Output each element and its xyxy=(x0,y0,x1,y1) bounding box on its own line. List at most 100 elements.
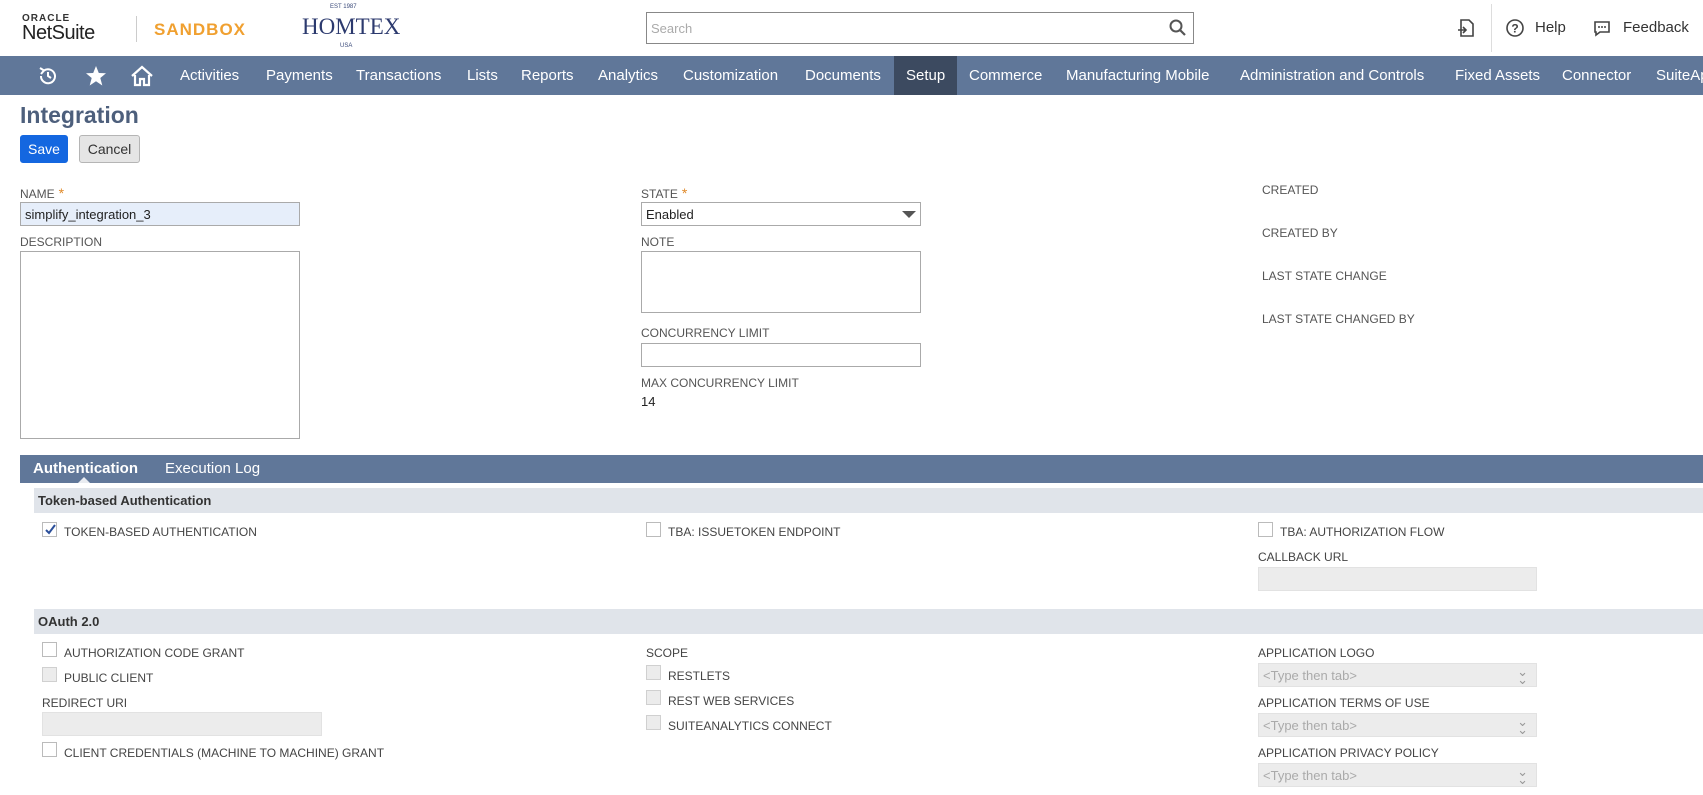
svg-text:?: ? xyxy=(1511,22,1518,36)
tba-issuetoken-endpoint-label: TBA: ISSUETOKEN ENDPOINT xyxy=(668,525,841,539)
active-tab-caret xyxy=(78,477,90,483)
subtab-bar: Authentication Execution Log xyxy=(20,455,1703,483)
feedback-link[interactable]: Feedback xyxy=(1623,19,1689,36)
max-concurrency-limit-value: 14 xyxy=(641,394,656,409)
search-icon[interactable] xyxy=(1168,18,1188,38)
restlets-checkbox xyxy=(646,665,661,680)
nav-item-customization[interactable]: Customization xyxy=(671,56,790,95)
note-textarea[interactable] xyxy=(641,251,921,313)
description-label: DESCRIPTION xyxy=(20,235,103,249)
concurrency-limit-input[interactable] xyxy=(641,343,921,367)
tba-section-header: Token-based Authentication xyxy=(34,488,1703,513)
suiteanalytics-connect-checkbox xyxy=(646,715,661,730)
page-title: Integration xyxy=(20,102,139,128)
tab-authentication[interactable]: Authentication xyxy=(33,460,138,477)
company-logo: HOMTEX xyxy=(302,14,401,39)
top-header: ORACLE NetSuite SANDBOX EST 1987 HOMTEX … xyxy=(0,0,1703,56)
scope-label: SCOPE xyxy=(646,646,689,660)
nav-item-payments[interactable]: Payments xyxy=(254,56,345,95)
star-icon[interactable] xyxy=(84,64,108,88)
description-textarea[interactable] xyxy=(20,251,300,439)
application-terms-label: APPLICATION TERMS OF USE xyxy=(1258,696,1430,710)
nav-item-reports[interactable]: Reports xyxy=(509,56,586,95)
nav-item-fixed-assets[interactable]: Fixed Assets xyxy=(1443,56,1552,95)
nav-item-transactions[interactable]: Transactions xyxy=(344,56,453,95)
oauth-section-header: OAuth 2.0 xyxy=(34,609,1703,634)
max-concurrency-limit-label: MAX CONCURRENCY LIMIT xyxy=(641,376,799,390)
application-privacy-label: APPLICATION PRIVACY POLICY xyxy=(1258,746,1439,760)
created-label: CREATED xyxy=(1262,183,1319,197)
recent-records-icon[interactable] xyxy=(36,64,60,88)
created-by-label: CREATED BY xyxy=(1262,226,1338,240)
nav-item-documents[interactable]: Documents xyxy=(793,56,893,95)
feedback-icon[interactable] xyxy=(1592,18,1612,38)
token-based-authentication-label: TOKEN-BASED AUTHENTICATION xyxy=(64,525,257,539)
client-credentials-grant-checkbox[interactable] xyxy=(42,742,57,757)
application-logo-select: <Type then tab> ⌄ ⌄ xyxy=(1258,663,1537,687)
application-terms-placeholder: <Type then tab> xyxy=(1263,718,1357,733)
authorization-code-grant-checkbox[interactable] xyxy=(42,642,57,657)
rest-web-services-label: REST WEB SERVICES xyxy=(668,694,795,708)
tba-authorization-flow-label: TBA: AUTHORIZATION FLOW xyxy=(1280,525,1445,539)
state-label: STATE * xyxy=(641,185,688,201)
token-based-authentication-checkbox[interactable] xyxy=(42,522,57,537)
checkmark-icon xyxy=(45,524,56,535)
help-link[interactable]: Help xyxy=(1535,19,1566,36)
state-select[interactable]: Enabled xyxy=(641,202,921,226)
company-logo-est: EST 1987 xyxy=(330,4,357,10)
rest-web-services-checkbox xyxy=(646,690,661,705)
public-client-label: PUBLIC CLIENT xyxy=(64,671,154,685)
suiteanalytics-connect-label: SUITEANALYTICS CONNECT xyxy=(668,719,832,733)
home-icon[interactable] xyxy=(130,64,154,88)
nav-item-analytics[interactable]: Analytics xyxy=(586,56,670,95)
recent-record-icon[interactable] xyxy=(1455,17,1477,39)
required-marker: * xyxy=(681,185,688,201)
tba-authorization-flow-checkbox[interactable] xyxy=(1258,522,1273,537)
help-icon[interactable]: ? xyxy=(1505,18,1525,38)
name-label: NAME * xyxy=(20,185,65,201)
nav-item-connector[interactable]: Connector xyxy=(1550,56,1643,95)
application-logo-placeholder: <Type then tab> xyxy=(1263,668,1357,683)
application-privacy-select: <Type then tab> ⌄ ⌄ xyxy=(1258,763,1537,787)
tba-issuetoken-endpoint-checkbox[interactable] xyxy=(646,522,661,537)
tab-execution-log[interactable]: Execution Log xyxy=(165,460,260,477)
dropdown-arrow-icon[interactable] xyxy=(902,211,916,218)
cancel-button[interactable]: Cancel xyxy=(79,135,140,163)
nav-item-activities[interactable]: Activities xyxy=(168,56,251,95)
restlets-label: RESTLETS xyxy=(668,669,731,683)
concurrency-limit-label: CONCURRENCY LIMIT xyxy=(641,326,770,340)
callback-url-input xyxy=(1258,567,1537,591)
client-credentials-grant-label: CLIENT CREDENTIALS (MACHINE TO MACHINE) … xyxy=(64,746,385,760)
note-label: NOTE xyxy=(641,235,675,249)
logo-divider xyxy=(136,16,137,42)
last-state-changed-by-label: LAST STATE CHANGED BY xyxy=(1262,312,1415,326)
application-terms-select: <Type then tab> ⌄ ⌄ xyxy=(1258,713,1537,737)
authorization-code-grant-label: AUTHORIZATION CODE GRANT xyxy=(64,646,245,660)
callback-url-label: CALLBACK URL xyxy=(1258,550,1349,564)
netsuite-logo[interactable]: NetSuite xyxy=(22,22,95,45)
double-chevron-down-icon: ⌄ ⌄ xyxy=(1517,714,1528,737)
nav-item-manufacturing-mobile[interactable]: Manufacturing Mobile xyxy=(1054,56,1221,95)
nav-item-suiteapps[interactable]: SuiteAp xyxy=(1644,56,1703,95)
application-logo-label: APPLICATION LOGO xyxy=(1258,646,1375,660)
name-input[interactable] xyxy=(20,202,300,226)
save-button[interactable]: Save xyxy=(20,135,68,163)
nav-item-administration-and-controls[interactable]: Administration and Controls xyxy=(1228,56,1436,95)
required-marker: * xyxy=(58,185,65,201)
nav-item-setup[interactable]: Setup xyxy=(894,56,957,95)
last-state-change-label: LAST STATE CHANGE xyxy=(1262,269,1387,283)
nav-item-commerce[interactable]: Commerce xyxy=(957,56,1054,95)
nav-item-lists[interactable]: Lists xyxy=(455,56,510,95)
sandbox-label: SANDBOX xyxy=(154,20,247,39)
tba-section-title: Token-based Authentication xyxy=(38,493,212,508)
main-nav-bar: Activities Payments Transactions Lists R… xyxy=(0,56,1703,95)
public-client-checkbox xyxy=(42,667,57,682)
global-search-input[interactable] xyxy=(646,12,1194,44)
company-logo-country: USA xyxy=(340,43,353,49)
double-chevron-down-icon: ⌄ ⌄ xyxy=(1517,764,1528,787)
redirect-uri-input xyxy=(42,712,322,736)
application-privacy-placeholder: <Type then tab> xyxy=(1263,768,1357,783)
oauth-section-title: OAuth 2.0 xyxy=(38,614,100,629)
double-chevron-down-icon: ⌄ ⌄ xyxy=(1517,664,1528,687)
redirect-uri-label: REDIRECT URI xyxy=(42,696,128,710)
